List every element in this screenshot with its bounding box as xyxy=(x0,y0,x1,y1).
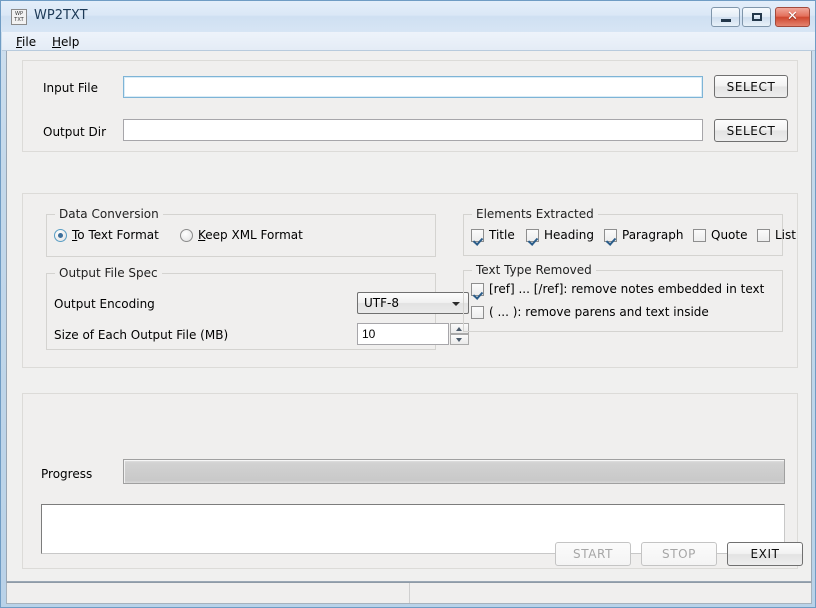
checkbox-paragraph-label: Paragraph xyxy=(622,228,684,242)
stop-button[interactable]: STOP xyxy=(641,542,717,566)
checkbox-heading-label: Heading xyxy=(544,228,594,242)
options-panel: Data Conversion To Text Format Keep XML … xyxy=(22,193,798,368)
app-icon-line2: TXT xyxy=(14,17,24,23)
minimize-icon xyxy=(721,19,731,22)
radio-to-text-format-label: To Text Format xyxy=(72,228,159,242)
checkbox-list-label: List xyxy=(775,228,796,242)
application-window: WP TXT WP2TXT ✕ File Help Input File SEL… xyxy=(0,0,816,608)
checkbox-quote[interactable]: Quote xyxy=(693,228,747,242)
menu-item-help[interactable]: Help xyxy=(47,34,84,50)
output-encoding-label: Output Encoding xyxy=(54,297,155,311)
spinner-down-button[interactable] xyxy=(450,334,469,345)
checkbox-quote-label: Quote xyxy=(711,228,748,242)
output-dir-select-button[interactable]: SELECT xyxy=(714,119,788,142)
exit-button[interactable]: EXIT xyxy=(727,542,803,566)
title-bar: WP TXT WP2TXT ✕ xyxy=(1,1,815,32)
output-dir-field[interactable] xyxy=(123,119,703,141)
output-size-stepper[interactable] xyxy=(357,323,469,345)
radio-to-text-format[interactable]: To Text Format xyxy=(54,228,159,242)
checkbox-heading-indicator xyxy=(526,228,539,242)
radio-keep-xml-format[interactable]: Keep XML Format xyxy=(180,228,303,242)
input-file-label: Input File xyxy=(43,81,98,95)
checkbox-title[interactable]: Title xyxy=(471,228,515,242)
output-file-spec-title: Output File Spec xyxy=(55,266,162,280)
status-bar-pane-right xyxy=(410,583,811,603)
maximize-icon xyxy=(752,13,762,21)
menu-bar: File Help xyxy=(2,32,815,51)
input-file-select-button[interactable]: SELECT xyxy=(714,75,788,98)
output-size-label: Size of Each Output File (MB) xyxy=(54,328,229,342)
output-dir-label: Output Dir xyxy=(43,125,107,139)
close-button[interactable]: ✕ xyxy=(775,7,810,27)
checkbox-remove-parens-indicator xyxy=(471,305,484,319)
checkbox-remove-parens-label: ( ... ): remove parens and text inside xyxy=(489,305,709,319)
minimize-button[interactable] xyxy=(711,7,740,27)
radio-keep-xml-format-label: Keep XML Format xyxy=(198,228,303,242)
status-bar-pane-left xyxy=(7,583,410,603)
menu-file-rest: ile xyxy=(22,35,37,49)
client-area: Input File SELECT Output Dir SELECT Data… xyxy=(6,51,812,582)
data-conversion-group: Data Conversion To Text Format Keep XML … xyxy=(46,207,436,257)
elements-extracted-group: Elements Extracted Title Heading Paragra… xyxy=(463,207,796,256)
output-encoding-value: UTF-8 xyxy=(364,296,399,310)
menu-help-mnemonic: H xyxy=(52,35,62,49)
progress-label: Progress xyxy=(41,467,93,481)
radio-to-text-format-indicator xyxy=(54,228,67,242)
chevron-down-icon xyxy=(452,302,460,306)
input-file-field[interactable] xyxy=(123,76,703,98)
checkbox-list[interactable]: List xyxy=(757,228,796,242)
checkbox-remove-parens[interactable]: ( ... ): remove parens and text inside xyxy=(471,305,709,319)
caret-down-icon xyxy=(456,338,462,342)
checkbox-remove-ref-notes[interactable]: [ref] ... [/ref]: remove notes embedded … xyxy=(471,282,764,296)
data-conversion-title: Data Conversion xyxy=(55,207,163,221)
checkbox-title-indicator xyxy=(471,228,484,242)
status-bar xyxy=(6,582,812,604)
progress-bar xyxy=(123,459,785,484)
checkbox-title-label: Title xyxy=(489,228,515,242)
radio-keep-xml-format-indicator xyxy=(180,228,193,242)
start-button[interactable]: START xyxy=(555,542,631,566)
caret-up-icon xyxy=(456,327,462,331)
text-type-removed-title: Text Type Removed xyxy=(472,263,596,277)
checkbox-quote-indicator xyxy=(693,228,706,242)
checkbox-paragraph-indicator xyxy=(604,228,617,242)
maximize-button[interactable] xyxy=(742,7,771,27)
output-size-input[interactable] xyxy=(357,323,449,345)
checkbox-remove-ref-notes-label: [ref] ... [/ref]: remove notes embedded … xyxy=(489,282,765,296)
checkbox-remove-ref-notes-indicator xyxy=(471,282,484,296)
checkbox-list-indicator xyxy=(757,228,770,242)
output-encoding-select[interactable]: UTF-8 xyxy=(357,292,469,314)
checkbox-heading[interactable]: Heading xyxy=(526,228,594,242)
text-type-removed-group: Text Type Removed [ref] ... [/ref]: remo… xyxy=(463,263,783,332)
elements-extracted-title: Elements Extracted xyxy=(472,207,598,221)
menu-help-rest: elp xyxy=(61,35,80,49)
output-file-spec-group: Output File Spec Output Encoding UTF-8 S… xyxy=(46,266,469,350)
checkbox-paragraph[interactable]: Paragraph xyxy=(604,228,683,242)
menu-item-file[interactable]: File xyxy=(11,34,41,50)
file-selection-panel: Input File SELECT Output Dir SELECT xyxy=(22,60,798,152)
app-icon: WP TXT xyxy=(11,9,27,25)
close-icon: ✕ xyxy=(787,9,798,24)
window-title: WP2TXT xyxy=(34,8,88,23)
